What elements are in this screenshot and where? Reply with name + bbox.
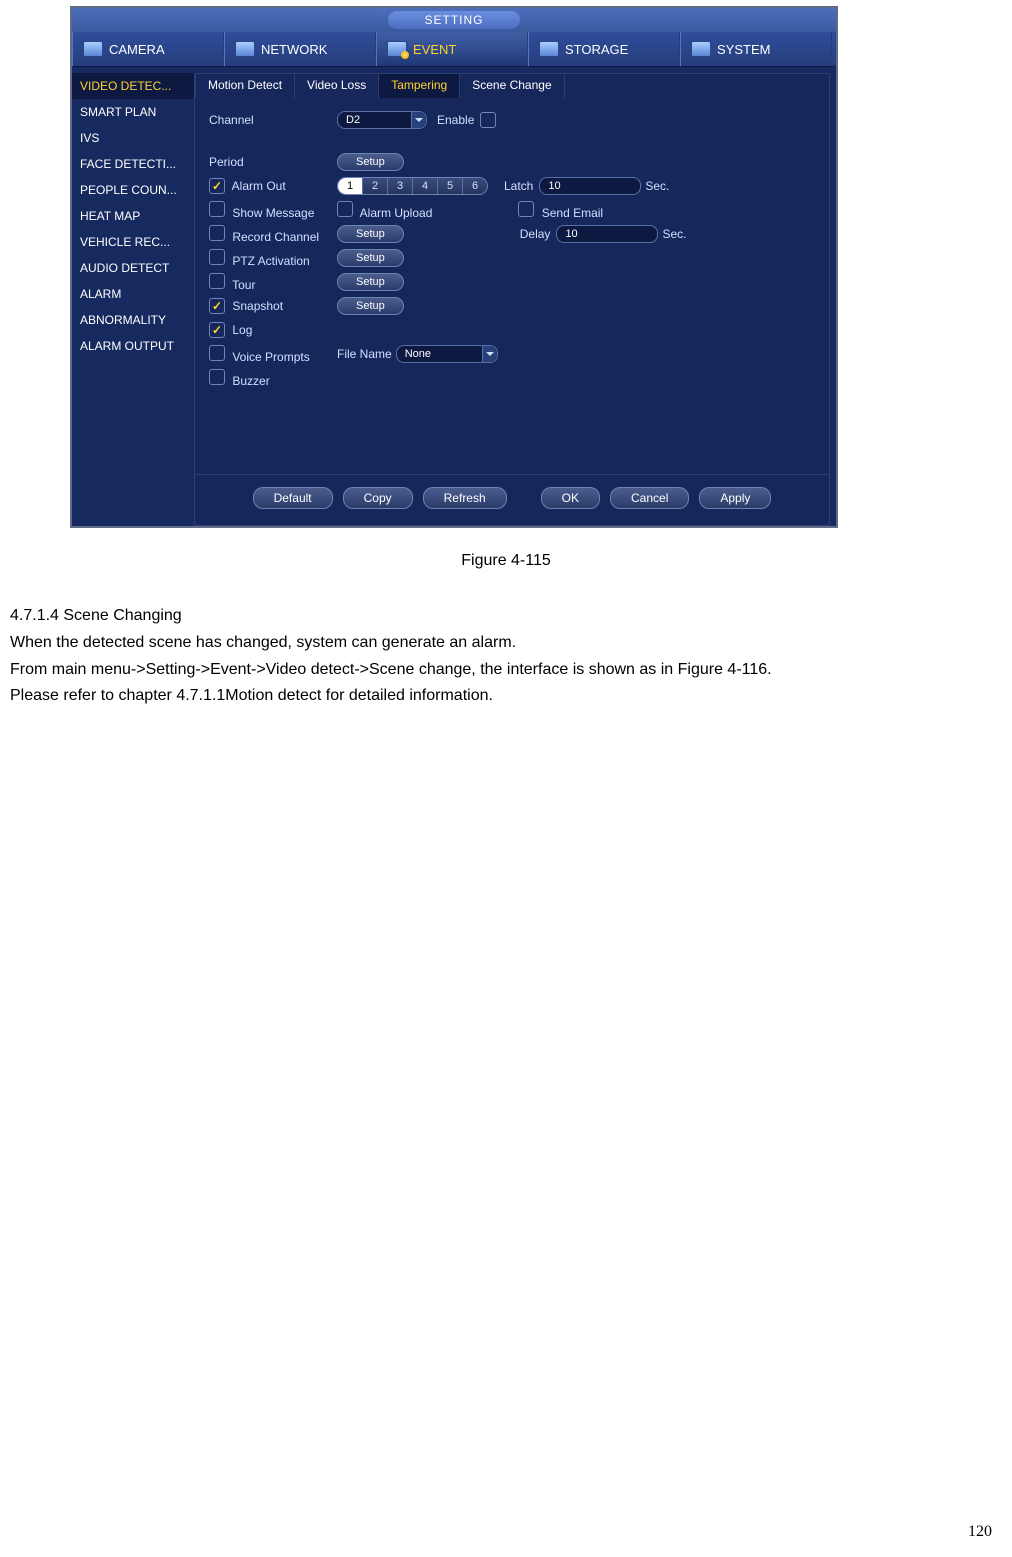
period-setup-button[interactable]: Setup <box>337 153 404 171</box>
form-area: Channel D2 Enable Period Setup <box>195 98 829 474</box>
page-number: 120 <box>968 1523 992 1541</box>
refresh-button[interactable]: Refresh <box>423 487 507 509</box>
record-channel-checkbox[interactable] <box>209 225 225 241</box>
event-icon <box>387 41 407 57</box>
sidebar-item-smart-plan[interactable]: SMART PLAN <box>72 99 194 125</box>
send-email-checkbox[interactable] <box>518 201 534 217</box>
document-text: 4.7.1.4 Scene Changing When the detected… <box>0 604 1012 709</box>
tour-setup-button[interactable]: Setup <box>337 273 404 291</box>
channel-select[interactable]: D2 <box>337 111 427 129</box>
maintab-storage[interactable]: STORAGE <box>528 32 680 66</box>
subtab-tampering[interactable]: Tampering <box>379 74 460 98</box>
show-message-checkbox[interactable] <box>209 201 225 217</box>
sidebar-item-audio-detect[interactable]: AUDIO DETECT <box>72 255 194 281</box>
file-name-select[interactable]: None <box>396 345 498 363</box>
record-channel-setup-button[interactable]: Setup <box>337 225 404 243</box>
settings-window: SETTING CAMERA NETWORK EVENT STORAGE SYS… <box>70 6 838 528</box>
section-heading: 4.7.1.4 Scene Changing <box>10 604 1008 629</box>
period-label: Period <box>209 155 337 169</box>
snapshot-checkbox[interactable] <box>209 298 225 314</box>
copy-button[interactable]: Copy <box>343 487 413 509</box>
latch-label: Latch <box>504 179 533 193</box>
buzzer-checkbox[interactable] <box>209 369 225 385</box>
log-checkbox[interactable] <box>209 322 225 338</box>
tour-checkbox[interactable] <box>209 273 225 289</box>
main-tab-bar: CAMERA NETWORK EVENT STORAGE SYSTEM <box>72 32 836 67</box>
maintab-event[interactable]: EVENT <box>376 32 528 66</box>
subtab-motion-detect[interactable]: Motion Detect <box>195 74 295 98</box>
chevron-down-icon <box>482 346 497 362</box>
alarm-upload-label: Alarm Upload <box>360 206 433 220</box>
sidebar-item-vehicle-rec[interactable]: VEHICLE REC... <box>72 229 194 255</box>
paragraph: From main menu->Setting->Event->Video de… <box>10 658 1008 683</box>
latch-input[interactable]: 10 <box>539 177 641 195</box>
show-message-label: Show Message <box>232 206 314 220</box>
window-title: SETTING <box>388 11 519 29</box>
subtab-scene-change[interactable]: Scene Change <box>460 74 564 98</box>
log-label: Log <box>232 323 252 337</box>
delay-label: Delay <box>520 227 551 241</box>
ptz-setup-button[interactable]: Setup <box>337 249 404 267</box>
maintab-camera[interactable]: CAMERA <box>72 32 224 66</box>
sidebar-item-people-count[interactable]: PEOPLE COUN... <box>72 177 194 203</box>
paragraph: When the detected scene has changed, sys… <box>10 631 1008 656</box>
file-name-label: File Name <box>337 347 392 361</box>
alarm-out-channels[interactable]: 1 2 3 4 5 6 <box>337 177 488 195</box>
enable-checkbox[interactable] <box>480 112 496 128</box>
window-titlebar: SETTING <box>72 8 836 32</box>
latch-unit: Sec. <box>645 179 669 193</box>
maintab-network[interactable]: NETWORK <box>224 32 376 66</box>
sidebar-item-heat-map[interactable]: HEAT MAP <box>72 203 194 229</box>
alarm-out-checkbox[interactable] <box>209 178 225 194</box>
apply-button[interactable]: Apply <box>699 487 771 509</box>
buzzer-label: Buzzer <box>232 374 269 388</box>
ok-button[interactable]: OK <box>541 487 600 509</box>
voice-label: Voice Prompts <box>232 350 309 364</box>
send-email-label: Send Email <box>542 206 603 220</box>
system-icon <box>691 41 711 57</box>
cancel-button[interactable]: Cancel <box>610 487 689 509</box>
channel-label: Channel <box>209 113 337 127</box>
sidebar-item-alarm-output[interactable]: ALARM OUTPUT <box>72 333 194 359</box>
sidebar: VIDEO DETEC... SMART PLAN IVS FACE DETEC… <box>72 67 194 526</box>
footer-button-row: Default Copy Refresh OK Cancel Apply <box>195 474 829 525</box>
paragraph: Please refer to chapter 4.7.1.1Motion de… <box>10 684 1008 709</box>
sidebar-item-abnormality[interactable]: ABNORMALITY <box>72 307 194 333</box>
camera-icon <box>83 41 103 57</box>
delay-unit: Sec. <box>662 227 686 241</box>
network-icon <box>235 41 255 57</box>
voice-checkbox[interactable] <box>209 345 225 361</box>
enable-label: Enable <box>437 113 474 127</box>
maintab-system[interactable]: SYSTEM <box>680 32 832 66</box>
ptz-label: PTZ Activation <box>232 254 309 268</box>
sidebar-item-ivs[interactable]: IVS <box>72 125 194 151</box>
sidebar-item-video-detect[interactable]: VIDEO DETEC... <box>72 73 194 99</box>
tour-label: Tour <box>232 278 255 292</box>
snapshot-label: Snapshot <box>232 299 283 313</box>
sidebar-item-alarm[interactable]: ALARM <box>72 281 194 307</box>
alarm-out-label: Alarm Out <box>232 179 286 193</box>
alarm-upload-checkbox[interactable] <box>337 201 353 217</box>
delay-input[interactable]: 10 <box>556 225 658 243</box>
subtab-video-loss[interactable]: Video Loss <box>295 74 379 98</box>
record-channel-label: Record Channel <box>232 230 319 244</box>
storage-icon <box>539 41 559 57</box>
default-button[interactable]: Default <box>253 487 333 509</box>
snapshot-setup-button[interactable]: Setup <box>337 297 404 315</box>
chevron-down-icon <box>411 112 426 128</box>
sidebar-item-face-detect[interactable]: FACE DETECTI... <box>72 151 194 177</box>
subtab-bar: Motion Detect Video Loss Tampering Scene… <box>195 74 829 98</box>
figure-caption: Figure 4-115 <box>0 552 1012 570</box>
content-panel: Motion Detect Video Loss Tampering Scene… <box>194 73 830 526</box>
ptz-checkbox[interactable] <box>209 249 225 265</box>
